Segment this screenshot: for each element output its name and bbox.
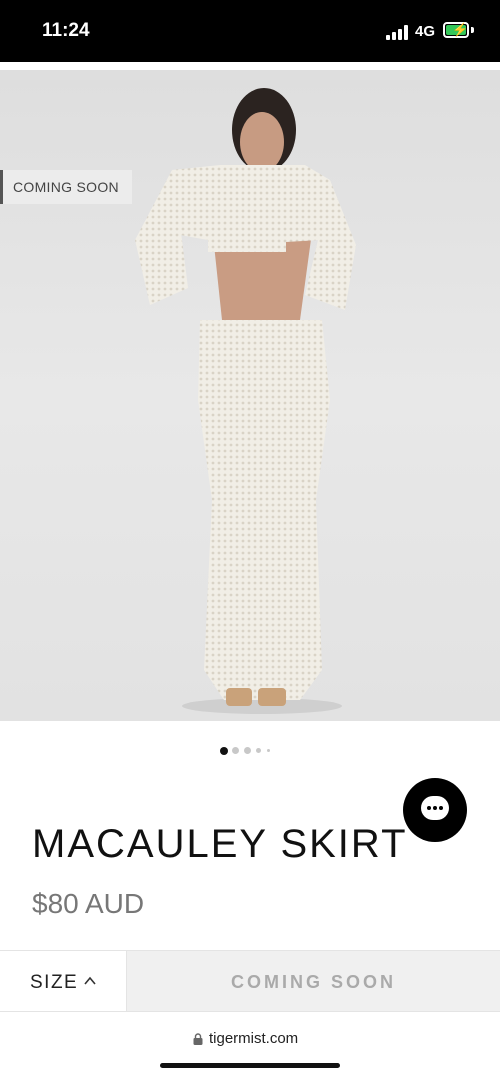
battery-cap [471, 27, 474, 33]
product-photo-illustration [135, 88, 356, 714]
product-title: MACAULEY SKIRT [32, 822, 408, 866]
chat-bubble-icon [421, 796, 449, 820]
badge-label: COMING SOON [13, 179, 119, 195]
home-indicator[interactable] [160, 1063, 340, 1068]
purchase-bar: SIZE COMING SOON [0, 950, 500, 1012]
coming-soon-badge: COMING SOON [0, 170, 132, 204]
pagination-dot[interactable] [232, 747, 239, 754]
cta-label: COMING SOON [230, 972, 396, 992]
product-price: $80 AUD [32, 888, 145, 919]
cellular-signal-icon [386, 24, 410, 40]
pagination-dot[interactable] [267, 749, 270, 752]
chevron-up-icon [84, 976, 96, 985]
lock-icon [193, 1033, 203, 1045]
pagination-dot[interactable] [244, 747, 251, 754]
size-label: SIZE [30, 972, 79, 993]
browser-address-bar[interactable]: tigermist.com [0, 1022, 500, 1056]
status-bar: 11:24 4G ⚡ [0, 0, 500, 62]
product-image[interactable]: COMING SOON [0, 70, 500, 721]
network-type: 4G [415, 23, 436, 40]
pagination-dot[interactable] [256, 748, 261, 753]
url-text: tigermist.com [209, 1030, 299, 1047]
pagination-dot-active[interactable] [220, 747, 228, 755]
status-time: 11:24 [42, 20, 90, 41]
size-selector-button[interactable]: SIZE [0, 951, 127, 1011]
battery-charging-icon: ⚡ [443, 22, 469, 38]
coming-soon-button[interactable]: COMING SOON [127, 951, 500, 1011]
chat-button[interactable] [403, 778, 467, 842]
image-pagination[interactable] [220, 746, 280, 756]
